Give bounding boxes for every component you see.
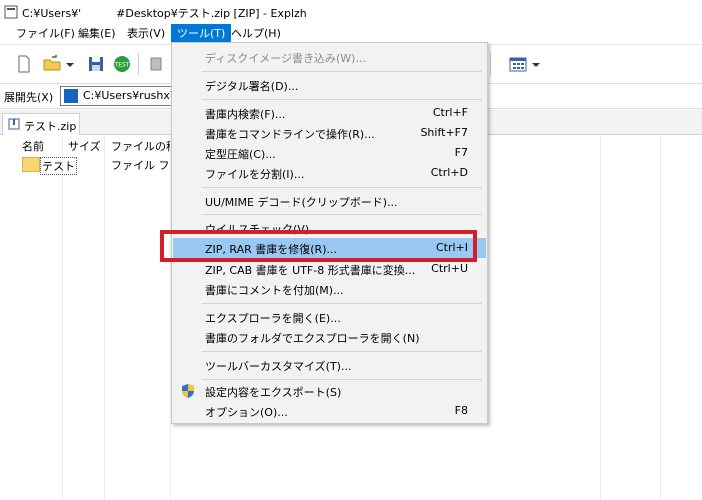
svg-text:TEST: TEST	[114, 62, 130, 69]
zip-file-icon	[8, 118, 20, 130]
menu-item-preset-compress[interactable]: 定型圧縮(C)... F7	[173, 143, 486, 163]
new-archive-icon[interactable]	[14, 54, 34, 74]
folder-icon	[22, 157, 40, 172]
column-divider	[600, 136, 601, 500]
title-bar: C:¥Users¥' #Desktop¥テスト.zip [ZIP] - Expl…	[0, 0, 702, 24]
file-name[interactable]: テスト	[40, 157, 77, 175]
chevron-down-icon[interactable]	[530, 54, 542, 74]
shield-icon	[182, 384, 194, 398]
menu-item-command-line[interactable]: 書庫をコマンドラインで操作(R)... Shift+F7	[173, 123, 486, 143]
menu-item-disk-image[interactable]: ディスクイメージ書き込み(W)...	[173, 47, 486, 67]
menu-separator	[202, 71, 482, 72]
test-icon[interactable]: TEST	[112, 54, 132, 74]
menu-separator	[202, 214, 482, 215]
open-folder-icon[interactable]	[42, 54, 62, 74]
menu-separator	[202, 303, 482, 304]
column-name[interactable]: 名前	[22, 138, 44, 154]
menu-help[interactable]: ヘルプ(H)	[225, 24, 287, 44]
highlight-annotation	[160, 230, 477, 262]
column-size[interactable]: サイズ	[68, 138, 101, 154]
menu-item-customize-toolbar[interactable]: ツールバーカスタマイズ(T)...	[173, 355, 486, 375]
save-icon[interactable]	[86, 54, 106, 74]
menu-item-search[interactable]: 書庫内検索(F)... Ctrl+F	[173, 103, 486, 123]
menu-item-split-file[interactable]: ファイルを分割(I)... Ctrl+D	[173, 163, 486, 183]
tab-label: テスト.zip	[24, 120, 77, 133]
column-divider	[62, 136, 63, 500]
app-icon	[4, 5, 18, 19]
drive-icon	[64, 89, 78, 103]
menu-view[interactable]: 表示(V)	[121, 24, 171, 44]
menu-item-open-explorer[interactable]: エクスプローラを開く(E)...	[173, 307, 486, 327]
extract-icon[interactable]	[146, 54, 166, 74]
window-title: C:¥Users¥' #Desktop¥テスト.zip [ZIP] - Expl…	[22, 7, 307, 20]
toolbar-separator	[490, 53, 491, 75]
column-divider	[104, 136, 105, 500]
menu-item-options[interactable]: オプション(O)... F8	[173, 401, 486, 421]
menu-separator	[202, 351, 482, 352]
menu-edit[interactable]: 編集(E)	[72, 24, 122, 44]
toolbar-separator	[138, 53, 139, 75]
column-divider	[660, 136, 661, 500]
chevron-down-icon[interactable]	[64, 54, 76, 74]
menu-item-add-comment[interactable]: 書庫にコメントを付加(M)...	[173, 279, 486, 299]
menu-separator	[202, 187, 482, 188]
menu-item-open-archive-folder[interactable]: 書庫のフォルダでエクスプローラを開く(N)	[173, 327, 486, 347]
menu-item-convert-utf8[interactable]: ZIP, CAB 書庫を UTF-8 形式書庫に変換... Ctrl+U	[173, 259, 486, 279]
menu-item-digital-signature[interactable]: デジタル署名(D)...	[173, 75, 486, 95]
menu-file[interactable]: ファイル(F)	[10, 24, 81, 44]
view-mode-icon[interactable]	[508, 54, 528, 74]
menu-tools[interactable]: ツール(T)	[171, 24, 232, 44]
tab-archive[interactable]: テスト.zip	[2, 113, 80, 135]
menu-separator	[202, 379, 482, 380]
menu-item-uu-mime-decode[interactable]: UU/MIME デコード(クリップボード)...	[173, 191, 486, 211]
menu-item-export-settings[interactable]: 設定内容をエクスポート(S)	[173, 381, 486, 401]
menu-separator	[202, 99, 482, 100]
extract-destination-label: 展開先(X)	[4, 91, 54, 104]
